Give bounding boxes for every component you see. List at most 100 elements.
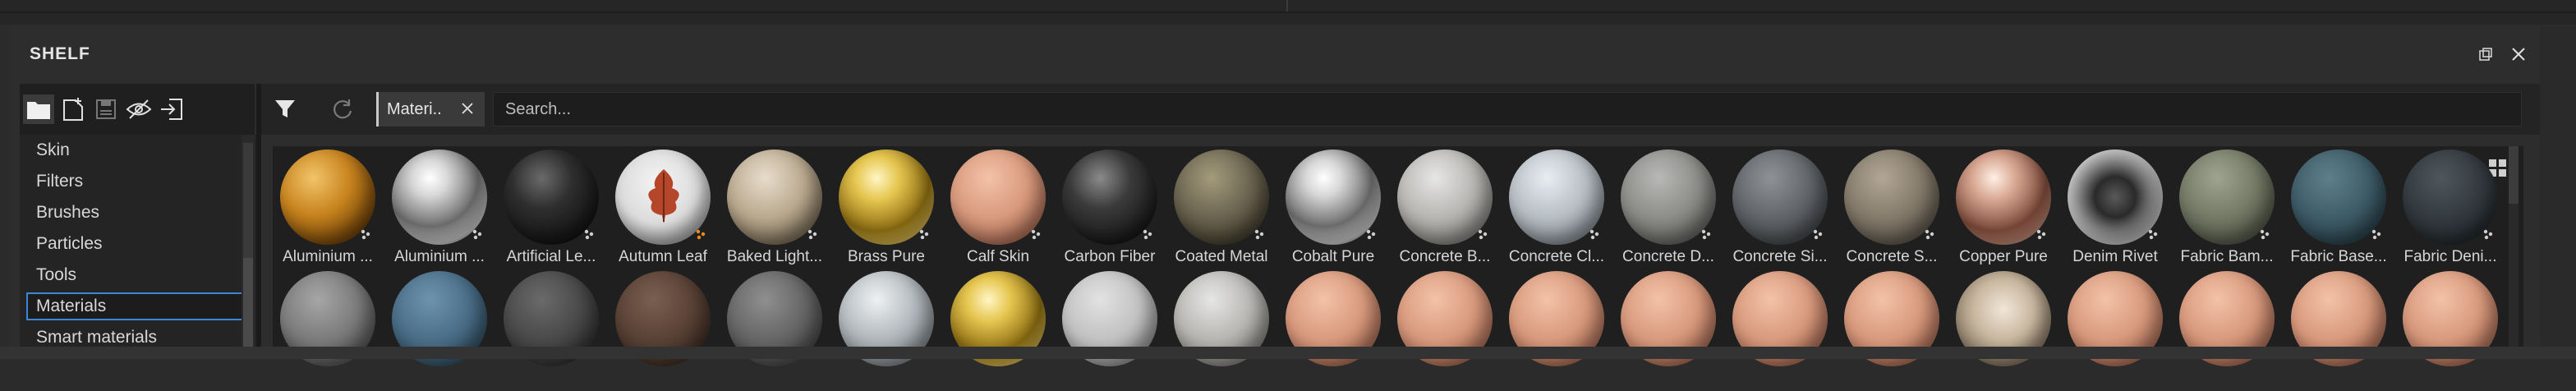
material-tile[interactable]: [1390, 271, 1500, 391]
material-type-icon: [2371, 228, 2382, 240]
material-tile[interactable]: [2284, 271, 2394, 391]
material-label: Cobalt Pure: [1291, 248, 1375, 265]
material-tile[interactable]: Baked Light...: [720, 150, 830, 269]
filter-chip-close[interactable]: [458, 99, 476, 117]
material-type-icon: [1254, 228, 1265, 240]
material-tile[interactable]: [831, 271, 941, 391]
grid-scrollbar-thumb[interactable]: [2509, 146, 2518, 204]
material-grid: Aluminium ... Aluminium ... Artificial Le.…: [273, 146, 2523, 366]
material-tile[interactable]: Aluminium ...: [384, 150, 494, 269]
category-materials[interactable]: Materials: [26, 292, 243, 320]
close-icon: [2512, 48, 2525, 61]
material-tile[interactable]: [384, 271, 494, 391]
material-label: Autumn Leaf: [619, 248, 707, 265]
material-tile[interactable]: Calf Skin: [943, 150, 1053, 269]
material-label: Fabric Bam...: [2180, 248, 2274, 265]
material-label: Aluminium ...: [283, 248, 373, 265]
bottom-status-strip: [0, 347, 2576, 359]
material-tile[interactable]: Fabric Deni...: [2395, 150, 2505, 269]
category-particles[interactable]: Particles: [26, 230, 243, 258]
material-tile[interactable]: Concrete S...: [1837, 150, 1947, 269]
close-panel-button[interactable]: [2507, 43, 2530, 66]
material-tile[interactable]: [1725, 271, 1835, 391]
search-input[interactable]: Search...: [493, 92, 2522, 126]
material-label: Baked Light...: [726, 248, 823, 265]
filter-chip-label: Materi..: [387, 99, 442, 118]
material-tile[interactable]: [2395, 271, 2505, 391]
category-brushes[interactable]: Brushes: [26, 199, 243, 227]
category-list: Skin Filters Brushes Particles Tools Mat…: [20, 135, 256, 347]
filter-chip-materials[interactable]: Materi..: [376, 92, 485, 126]
material-label: Concrete Cl...: [1508, 248, 1605, 265]
folder-button[interactable]: [23, 94, 54, 124]
new-resource-button[interactable]: [58, 94, 89, 124]
import-icon: [161, 99, 182, 120]
material-label: Fabric Deni...: [2404, 248, 2497, 265]
hide-button[interactable]: [123, 94, 154, 124]
category-filters[interactable]: Filters: [26, 168, 243, 196]
material-tile[interactable]: Coated Metal: [1166, 150, 1276, 269]
material-label: Concrete B...: [1399, 248, 1491, 265]
top-separator: [0, 12, 2576, 13]
save-button[interactable]: [90, 94, 122, 124]
category-tools[interactable]: Tools: [26, 261, 243, 289]
category-smart-materials[interactable]: Smart materials: [26, 324, 243, 347]
material-tile[interactable]: Denim Rivet: [2060, 150, 2170, 269]
material-type-icon: [2036, 228, 2047, 240]
material-tile[interactable]: Aluminium ...: [273, 150, 383, 269]
material-tile[interactable]: [1502, 271, 1612, 391]
top-divider: [1286, 0, 1288, 12]
import-button[interactable]: [156, 94, 187, 124]
material-tile[interactable]: [1278, 271, 1388, 391]
material-tile[interactable]: Brass Pure: [831, 150, 941, 269]
material-label: Carbon Fiber: [1064, 248, 1156, 265]
material-tile[interactable]: [608, 271, 718, 391]
hide-icon: [126, 99, 152, 119]
material-tile[interactable]: [273, 271, 383, 391]
material-tile[interactable]: [2172, 271, 2282, 391]
float-window-button[interactable]: [2474, 43, 2497, 66]
material-label: Concrete S...: [1846, 248, 1938, 265]
material-tile[interactable]: [1613, 271, 1723, 391]
material-tile[interactable]: Fabric Bam...: [2172, 150, 2282, 269]
material-tile[interactable]: [1948, 271, 2058, 391]
material-tile[interactable]: Concrete Si...: [1725, 150, 1835, 269]
right-edge-strip: [2540, 26, 2576, 347]
leaf-icon: [648, 169, 679, 223]
material-tile[interactable]: [2060, 271, 2170, 391]
shelf-toolbar: [20, 84, 255, 135]
material-tile[interactable]: Copper Pure: [1948, 150, 2058, 269]
material-tile[interactable]: [943, 271, 1053, 391]
reset-icon: [334, 99, 352, 119]
shelf-titlebar: SHELF: [10, 26, 2540, 79]
filter-icon: [275, 100, 295, 117]
material-tile[interactable]: Artificial Le...: [496, 150, 606, 269]
material-label: Coated Metal: [1175, 248, 1268, 265]
reset-button[interactable]: [327, 94, 358, 124]
save-icon: [96, 99, 116, 119]
material-tile[interactable]: Concrete Cl...: [1502, 150, 1612, 269]
material-type-icon: [1589, 228, 1600, 240]
top-panel-strip: [0, 0, 2576, 25]
filter-button[interactable]: [269, 94, 301, 124]
material-tile[interactable]: [496, 271, 606, 391]
material-tile[interactable]: Concrete D...: [1613, 150, 1723, 269]
material-tile[interactable]: Cobalt Pure: [1278, 150, 1388, 269]
material-tile[interactable]: [1837, 271, 1947, 391]
material-tile[interactable]: Autumn Leaf: [608, 150, 718, 269]
material-tile[interactable]: [1055, 271, 1165, 391]
material-tile[interactable]: Carbon Fiber: [1055, 150, 1165, 269]
material-tile[interactable]: Fabric Base...: [2284, 150, 2394, 269]
category-scrollbar-thumb[interactable]: [243, 143, 253, 258]
category-skin[interactable]: Skin: [26, 136, 243, 164]
material-type-icon: [2147, 228, 2159, 240]
material-label: Calf Skin: [966, 248, 1030, 265]
material-tile[interactable]: [1166, 271, 1276, 391]
material-tile[interactable]: [720, 271, 830, 391]
material-label: Denim Rivet: [2072, 248, 2158, 265]
material-type-icon: [807, 228, 818, 240]
material-type-icon: [2259, 228, 2270, 240]
material-type-icon: [695, 228, 706, 240]
material-type-icon: [1700, 228, 1712, 240]
material-tile[interactable]: Concrete B...: [1390, 150, 1500, 269]
